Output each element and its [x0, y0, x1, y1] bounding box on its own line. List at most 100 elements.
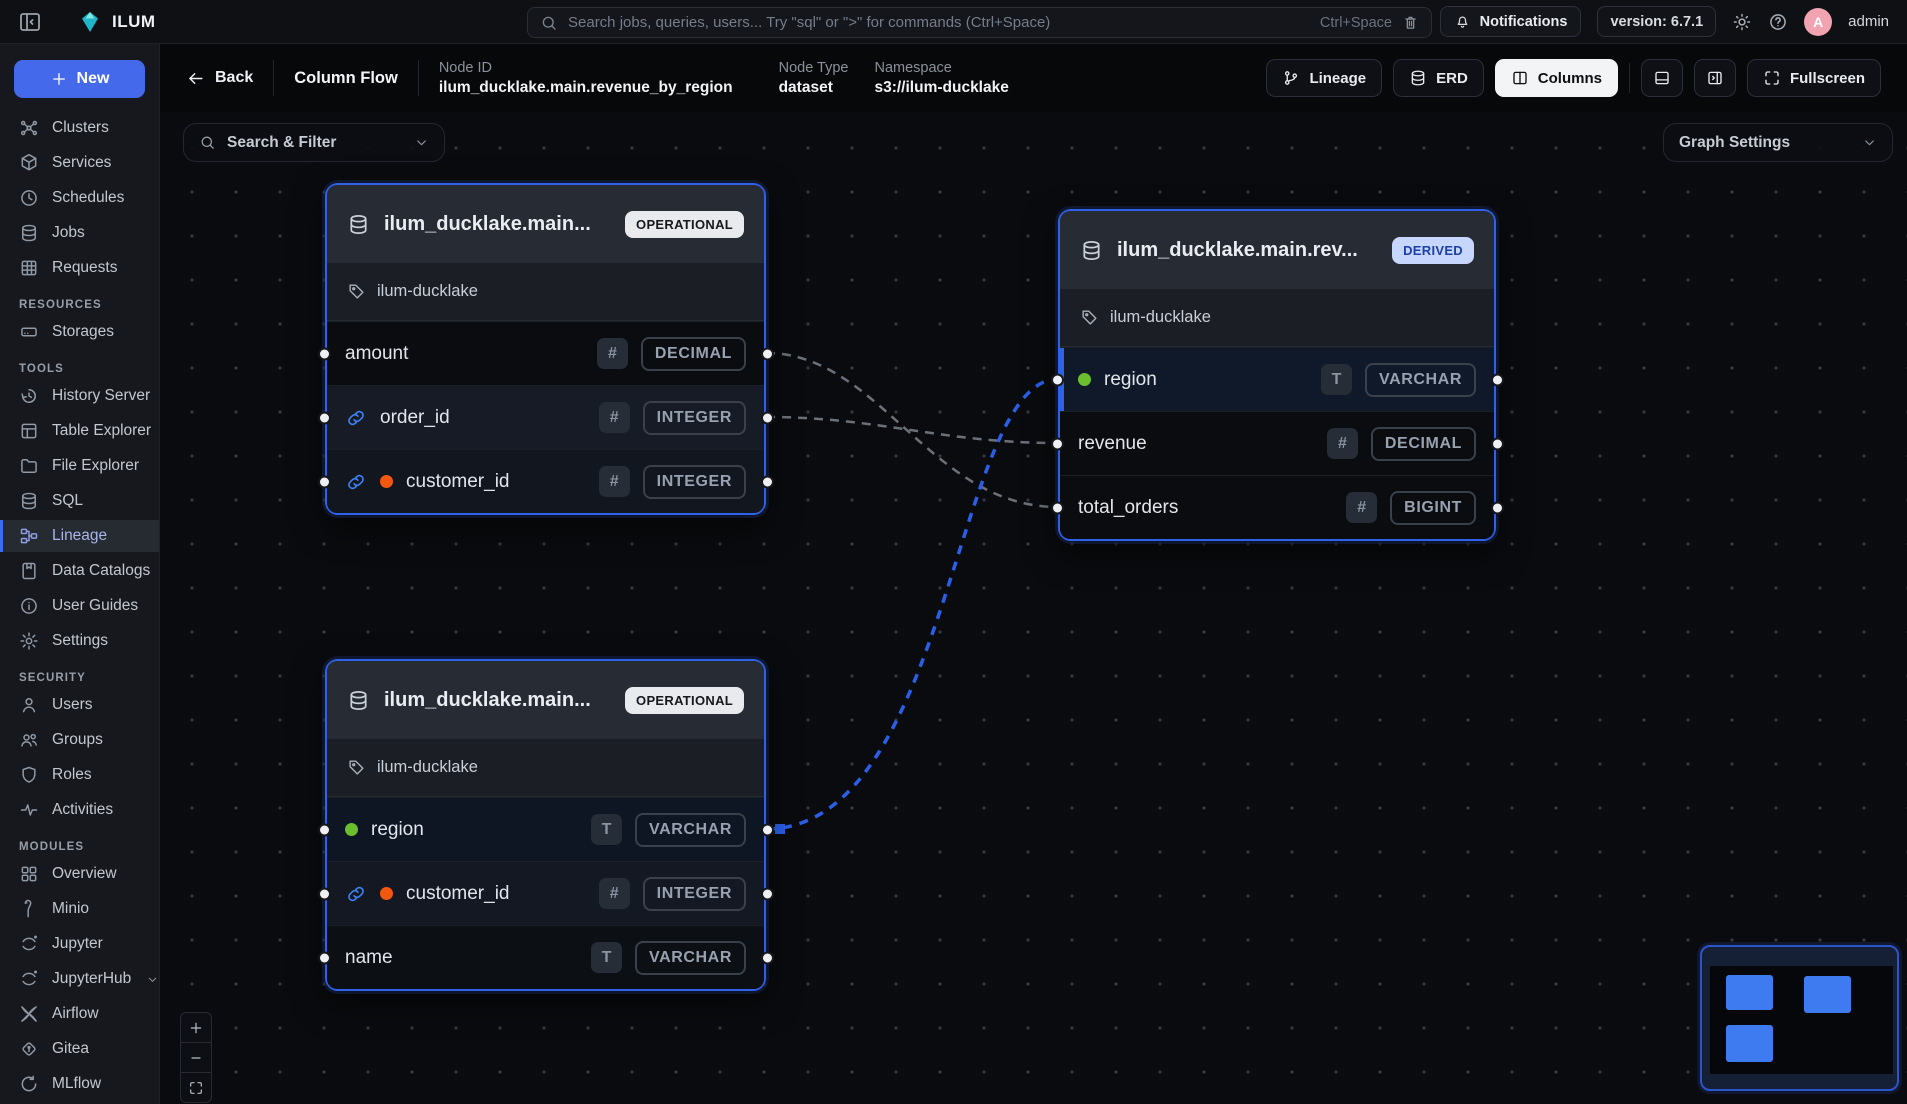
- version-badge: version: 6.7.1: [1597, 6, 1716, 37]
- sidebar-collapse-icon[interactable]: [18, 10, 42, 34]
- sidebar-section-resources: RESOURCES: [0, 299, 159, 311]
- node-header: ilum_ducklake.main... OPERATIONAL: [327, 661, 764, 739]
- new-button[interactable]: New: [14, 60, 145, 98]
- sidebar-item-storages[interactable]: Storages: [0, 316, 159, 348]
- notifications-button[interactable]: Notifications: [1440, 6, 1582, 37]
- column-port-left[interactable]: [318, 951, 331, 964]
- sidebar-item-minio[interactable]: Minio: [0, 893, 159, 925]
- view-title: Column Flow: [294, 69, 398, 88]
- back-button[interactable]: Back: [186, 69, 253, 88]
- sidebar-item-users[interactable]: Users: [0, 689, 159, 721]
- zoom-out-button[interactable]: [180, 1042, 212, 1073]
- column-port-left[interactable]: [318, 411, 331, 424]
- sidebar-item-requests[interactable]: Requests: [0, 252, 159, 284]
- sidebar-item-services[interactable]: Services: [0, 147, 159, 179]
- column-port-right[interactable]: [1491, 501, 1504, 514]
- schedules-icon: [19, 188, 39, 208]
- sidebar-item-activities[interactable]: Activities: [0, 794, 159, 826]
- search-filter-pill[interactable]: Search & Filter: [183, 123, 445, 162]
- view-switcher: Lineage ERD Columns Fullscreen: [1266, 59, 1881, 97]
- columns-view-button[interactable]: Columns: [1495, 59, 1618, 97]
- avatar[interactable]: A: [1804, 8, 1832, 36]
- erd-view-button[interactable]: ERD: [1393, 59, 1484, 97]
- fullscreen-button[interactable]: Fullscreen: [1747, 59, 1881, 97]
- column-port-right[interactable]: [761, 951, 774, 964]
- numeric-kind-badge: #: [599, 402, 630, 433]
- column-port-right[interactable]: [1491, 373, 1504, 386]
- sidebar-item-groups[interactable]: Groups: [0, 724, 159, 756]
- settings-gear-icon: [19, 631, 39, 651]
- dataset-node-customers[interactable]: ilum_ducklake.main... OPERATIONAL ilum-d…: [325, 659, 766, 991]
- dataset-node-revenue-by-region[interactable]: ilum_ducklake.main.rev... DERIVED ilum-d…: [1058, 209, 1496, 541]
- sidebar-item-sql[interactable]: SQL: [0, 485, 159, 517]
- dataset-node-orders[interactable]: ilum_ducklake.main... OPERATIONAL ilum-d…: [325, 183, 766, 515]
- panel-right-button[interactable]: [1694, 59, 1736, 97]
- sidebar-item-gitea[interactable]: Gitea: [0, 1033, 159, 1065]
- lineage-view-button[interactable]: Lineage: [1266, 59, 1382, 97]
- column-row-region[interactable]: region T VARCHAR: [327, 797, 764, 861]
- sidebar-item-jupyter[interactable]: Jupyter: [0, 928, 159, 960]
- username: admin: [1848, 13, 1889, 30]
- column-row-customer-id[interactable]: customer_id # INTEGER: [327, 861, 764, 925]
- sidebar-item-schedules[interactable]: Schedules: [0, 182, 159, 214]
- column-port-left[interactable]: [1051, 501, 1064, 514]
- jobs-icon: [19, 223, 39, 243]
- global-search-input[interactable]: Search jobs, queries, users... Try "sql"…: [527, 7, 1432, 38]
- sidebar-item-clusters[interactable]: Clusters: [0, 112, 159, 144]
- theme-toggle-sun-icon[interactable]: [1732, 12, 1752, 32]
- branch-icon: [1282, 69, 1300, 87]
- column-port-left[interactable]: [1051, 373, 1064, 386]
- database-icon: [347, 213, 370, 236]
- column-port-left[interactable]: [318, 823, 331, 836]
- column-row-total-orders[interactable]: total_orders # BIGINT: [1060, 475, 1494, 539]
- column-row-order-id[interactable]: order_id # INTEGER: [327, 385, 764, 449]
- trash-icon[interactable]: [1402, 14, 1419, 31]
- sidebar-item-history-server[interactable]: History Server: [0, 380, 159, 412]
- column-port-right[interactable]: [761, 887, 774, 900]
- history-icon: [19, 386, 39, 406]
- zoom-in-button[interactable]: [180, 1012, 212, 1043]
- column-row-amount[interactable]: amount # DECIMAL: [327, 321, 764, 385]
- column-row-region[interactable]: region T VARCHAR: [1060, 347, 1494, 411]
- status-badge: DERIVED: [1392, 237, 1474, 264]
- jupyterhub-icon: [19, 969, 39, 989]
- column-port-left[interactable]: [1051, 437, 1064, 450]
- column-port-right[interactable]: [761, 347, 774, 360]
- fit-view-button[interactable]: [180, 1072, 212, 1103]
- sidebar-item-user-guides[interactable]: User Guides: [0, 590, 159, 622]
- column-row-customer-id[interactable]: customer_id # INTEGER: [327, 449, 764, 513]
- column-port-right[interactable]: [761, 475, 774, 488]
- column-port-left[interactable]: [318, 347, 331, 360]
- lineage-canvas[interactable]: Search & Filter Graph Settings ilum_duck…: [160, 112, 1907, 1104]
- column-row-name[interactable]: name T VARCHAR: [327, 925, 764, 989]
- column-row-revenue[interactable]: revenue # DECIMAL: [1060, 411, 1494, 475]
- sidebar-item-mlflow[interactable]: MLflow: [0, 1068, 159, 1100]
- panel-bottom-button[interactable]: [1641, 59, 1683, 97]
- sidebar-item-overview[interactable]: Overview: [0, 858, 159, 890]
- minimap[interactable]: [1700, 945, 1899, 1091]
- column-port-right[interactable]: [761, 823, 774, 836]
- sidebar-item-data-catalogs[interactable]: Data Catalogs: [0, 555, 159, 587]
- sidebar-item-file-explorer[interactable]: File Explorer: [0, 450, 159, 482]
- node-header: ilum_ducklake.main... OPERATIONAL: [327, 185, 764, 263]
- divider: [273, 60, 274, 96]
- column-port-left[interactable]: [318, 887, 331, 900]
- sidebar-item-lineage[interactable]: Lineage: [0, 520, 159, 552]
- sidebar-item-roles[interactable]: Roles: [0, 759, 159, 791]
- node-title: ilum_ducklake.main...: [384, 689, 611, 712]
- chevron-down-icon: [414, 135, 429, 150]
- tag-icon: [347, 758, 366, 777]
- sidebar-item-airflow[interactable]: Airflow: [0, 998, 159, 1030]
- column-port-left[interactable]: [318, 475, 331, 488]
- status-badge: OPERATIONAL: [625, 211, 744, 238]
- sidebar-item-jobs[interactable]: Jobs: [0, 217, 159, 249]
- sidebar-item-jupyterhub[interactable]: JupyterHub: [0, 963, 159, 995]
- help-icon[interactable]: [1768, 12, 1788, 32]
- sidebar-item-settings[interactable]: Settings: [0, 625, 159, 657]
- column-type-badge: DECIMAL: [1371, 427, 1476, 461]
- file-explorer-icon: [19, 456, 39, 476]
- graph-settings-pill[interactable]: Graph Settings: [1663, 123, 1893, 162]
- sidebar-item-table-explorer[interactable]: Table Explorer: [0, 415, 159, 447]
- column-port-right[interactable]: [761, 411, 774, 424]
- column-port-right[interactable]: [1491, 437, 1504, 450]
